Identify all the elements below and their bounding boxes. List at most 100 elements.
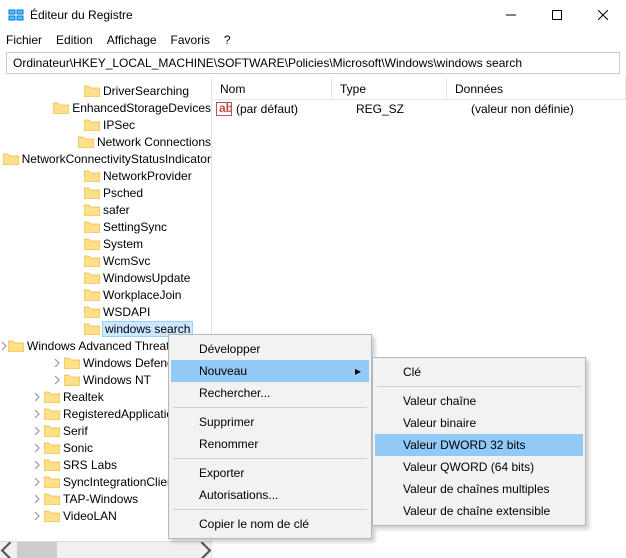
list-row[interactable]: ab (par défaut) REG_SZ (valeur non défin…: [212, 100, 626, 118]
folder-icon: [44, 458, 60, 472]
folder-icon: [44, 390, 60, 404]
folder-icon: [64, 373, 80, 387]
chevron-icon[interactable]: [30, 393, 44, 401]
chevron-icon[interactable]: [30, 461, 44, 469]
ctx-new-multistring[interactable]: Valeur de chaînes multiples: [375, 478, 583, 500]
menu-help[interactable]: ?: [224, 33, 231, 47]
folder-icon: [44, 424, 60, 438]
address-text: Ordinateur\HKEY_LOCAL_MACHINE\SOFTWARE\P…: [13, 56, 522, 70]
ctx-new-key[interactable]: Clé: [375, 361, 583, 383]
tree-item[interactable]: NetworkConnectivityStatusIndicator: [0, 150, 211, 167]
menu-view[interactable]: Affichage: [107, 33, 157, 47]
tree-item-label: EnhancedStorageDevices: [72, 101, 211, 115]
tree-item[interactable]: SettingSync: [0, 218, 211, 235]
value-data: (valeur non définie): [471, 102, 626, 116]
close-button[interactable]: [580, 0, 626, 30]
menubar: Fichier Edition Affichage Favoris ?: [0, 30, 626, 50]
context-menu: Développer Nouveau▸ Rechercher... Suppri…: [168, 334, 372, 539]
ctx-copy-key-name[interactable]: Copier le nom de clé: [171, 513, 369, 535]
ctx-new[interactable]: Nouveau▸: [171, 360, 369, 382]
tree-item-label: Psched: [103, 186, 143, 200]
folder-icon: [84, 322, 100, 336]
tree-item[interactable]: System: [0, 235, 211, 252]
tree-item[interactable]: WorkplaceJoin: [0, 286, 211, 303]
separator: [377, 386, 581, 387]
tree-item[interactable]: EnhancedStorageDevices: [0, 99, 211, 116]
tree-item[interactable]: NetworkProvider: [0, 167, 211, 184]
maximize-button[interactable]: [534, 0, 580, 30]
folder-icon: [84, 237, 100, 251]
folder-icon: [84, 271, 100, 285]
minimize-button[interactable]: [488, 0, 534, 30]
ctx-find[interactable]: Rechercher...: [171, 382, 369, 404]
column-type[interactable]: Type: [332, 78, 447, 99]
chevron-icon[interactable]: [30, 495, 44, 503]
value-name: (par défaut): [236, 102, 356, 116]
folder-icon: [84, 169, 100, 183]
ctx-new-expandstring[interactable]: Valeur de chaîne extensible: [375, 500, 583, 522]
chevron-icon[interactable]: [30, 478, 44, 486]
ctx-new-qword[interactable]: Valeur QWORD (64 bits): [375, 456, 583, 478]
chevron-icon[interactable]: [30, 512, 44, 520]
folder-icon: [64, 356, 80, 370]
folder-icon: [84, 305, 100, 319]
folder-icon: [44, 492, 60, 506]
tree-item[interactable]: DriverSearching: [0, 82, 211, 99]
ctx-permissions[interactable]: Autorisations...: [171, 484, 369, 506]
chevron-icon[interactable]: [30, 427, 44, 435]
tree-item-label: Serif: [63, 424, 88, 438]
scroll-thumb[interactable]: [17, 542, 57, 558]
tree-item-label: WindowsUpdate: [103, 271, 190, 285]
ctx-delete[interactable]: Supprimer: [171, 411, 369, 433]
scroll-right-button[interactable]: [195, 542, 212, 558]
folder-icon: [8, 339, 24, 353]
tree-item[interactable]: WSDAPI: [0, 303, 211, 320]
tree-item-label: WcmSvc: [103, 254, 150, 268]
list-header: Nom Type Données: [212, 78, 626, 100]
regedit-icon: [8, 7, 24, 23]
tree-item[interactable]: Psched: [0, 184, 211, 201]
column-data[interactable]: Données: [447, 78, 626, 99]
ctx-expand[interactable]: Développer: [171, 338, 369, 360]
tree-item-label: SRS Labs: [63, 458, 117, 472]
menu-file[interactable]: Fichier: [6, 33, 42, 47]
tree-item[interactable]: safer: [0, 201, 211, 218]
tree-item-label: NetworkConnectivityStatusIndicator: [22, 152, 211, 166]
ctx-new-binary[interactable]: Valeur binaire: [375, 412, 583, 434]
folder-icon: [84, 84, 100, 98]
folder-icon: [44, 441, 60, 455]
folder-icon: [84, 186, 100, 200]
menu-edit[interactable]: Edition: [56, 33, 93, 47]
ctx-rename[interactable]: Renommer: [171, 433, 369, 455]
ctx-export[interactable]: Exporter: [171, 462, 369, 484]
tree-item[interactable]: WindowsUpdate: [0, 269, 211, 286]
menu-favorites[interactable]: Favoris: [171, 33, 210, 47]
ctx-new-string[interactable]: Valeur chaîne: [375, 390, 583, 412]
string-value-icon: ab: [216, 102, 232, 116]
tree-item[interactable]: WcmSvc: [0, 252, 211, 269]
chevron-icon[interactable]: [0, 342, 8, 350]
chevron-icon[interactable]: [50, 359, 64, 367]
scroll-left-button[interactable]: [0, 542, 17, 558]
tree-item-label: WSDAPI: [103, 305, 150, 319]
folder-icon: [84, 203, 100, 217]
chevron-icon[interactable]: [30, 444, 44, 452]
chevron-icon[interactable]: [50, 376, 64, 384]
folder-icon: [3, 152, 19, 166]
tree-item-label: Windows NT: [83, 373, 151, 387]
horizontal-scrollbar[interactable]: [0, 541, 212, 558]
column-name[interactable]: Nom: [212, 78, 332, 99]
window-title: Éditeur du Registre: [30, 8, 488, 22]
tree-item-label: VideoLAN: [63, 509, 117, 523]
folder-icon: [84, 254, 100, 268]
folder-icon: [84, 220, 100, 234]
tree-item[interactable]: Network Connections: [0, 133, 211, 150]
address-bar[interactable]: Ordinateur\HKEY_LOCAL_MACHINE\SOFTWARE\P…: [6, 52, 620, 74]
tree-item-label: safer: [103, 203, 130, 217]
chevron-icon[interactable]: [30, 410, 44, 418]
ctx-new-dword[interactable]: Valeur DWORD 32 bits: [375, 434, 583, 456]
folder-icon: [78, 135, 94, 149]
tree-item-label: IPSec: [103, 118, 135, 132]
tree-item[interactable]: IPSec: [0, 116, 211, 133]
folder-icon: [44, 407, 60, 421]
